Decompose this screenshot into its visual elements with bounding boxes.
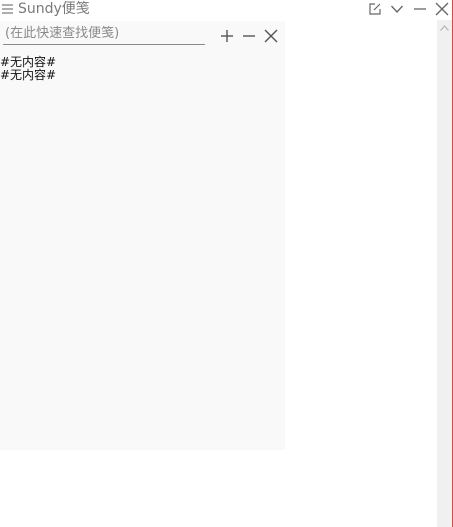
add-icon[interactable] <box>220 29 234 43</box>
close-panel-icon[interactable] <box>264 29 278 43</box>
scroll-up-icon[interactable] <box>440 25 449 31</box>
app-window: Sundy便笺 (在此快速查找便笺) #无内容# #无内容# <box>0 0 453 527</box>
edit-icon[interactable] <box>368 2 382 16</box>
vertical-scrollbar[interactable] <box>437 20 452 527</box>
list-item[interactable]: #无内容# <box>0 69 285 82</box>
remove-icon[interactable] <box>242 29 256 43</box>
app-title: Sundy便笺 <box>18 1 90 17</box>
chevron-down-icon[interactable] <box>390 2 404 16</box>
search-input[interactable] <box>3 23 205 45</box>
minimize-icon[interactable] <box>413 2 427 16</box>
notes-list: #无内容# #无内容# <box>0 56 285 82</box>
title-bar: Sundy便笺 <box>0 0 453 20</box>
menu-icon[interactable] <box>1 2 15 16</box>
close-icon[interactable] <box>435 2 449 16</box>
notes-panel: #无内容# #无内容# <box>0 21 285 450</box>
